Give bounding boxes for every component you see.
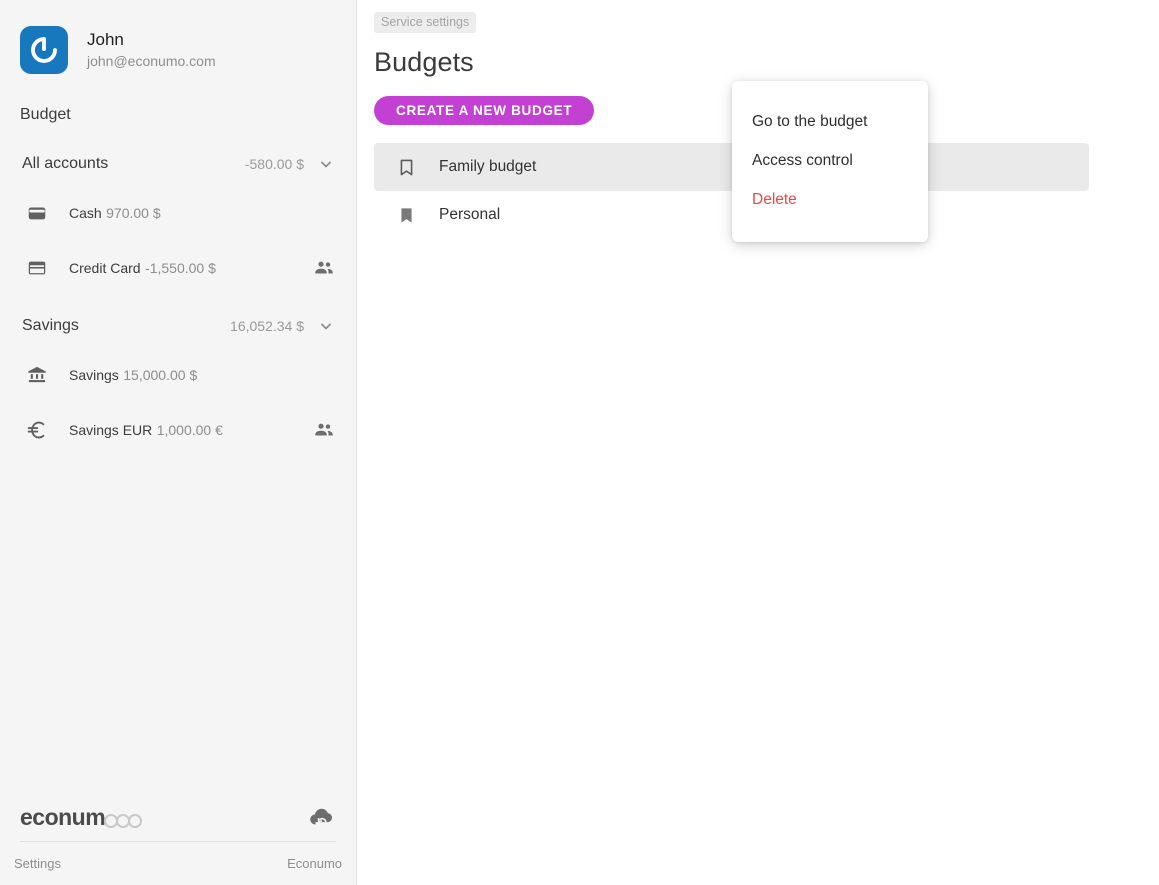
account-group-name: All accounts xyxy=(22,155,109,172)
sidebar: John john@econumo.com Budget All account… xyxy=(0,0,357,885)
account-balance: 15,000.00 $ xyxy=(123,366,198,383)
profile-name: John xyxy=(87,30,124,49)
footer-link-econumo[interactable]: Econumo xyxy=(287,856,342,871)
create-a-new-budget-button[interactable]: CREATE A NEW BUDGET xyxy=(374,96,595,125)
account-item-savings[interactable]: Savings 15,000.00 $ xyxy=(0,351,356,399)
context-menu-item-delete[interactable]: Delete xyxy=(732,185,928,215)
account-text: Credit Card -1,550.00 $ xyxy=(69,259,312,278)
bookmark-outline-icon xyxy=(396,157,422,178)
profile-block[interactable]: John john@econumo.com xyxy=(0,0,356,74)
account-balance: 970.00 $ xyxy=(106,204,161,221)
account-item-savings-eur[interactable]: Savings EUR 1,000.00 € xyxy=(0,406,356,454)
context-menu-item-go-to-the-budget[interactable]: Go to the budget xyxy=(732,107,928,137)
account-group-amount: -580.00 $ xyxy=(244,156,304,172)
credit-card-icon xyxy=(24,257,50,279)
sidebar-footer: Settings Econumo xyxy=(0,842,356,885)
people-icon[interactable] xyxy=(312,256,336,280)
euro-icon xyxy=(24,418,50,442)
cloud-sync-icon[interactable] xyxy=(308,803,336,831)
app-root: John john@econumo.com Budget All account… xyxy=(0,0,1159,885)
profile-text: John john@econumo.com xyxy=(87,29,216,71)
footer-link-settings[interactable]: Settings xyxy=(14,856,61,871)
people-icon[interactable] xyxy=(312,418,336,442)
brand-block: econum xyxy=(0,797,356,842)
econumo-wordmark: econum xyxy=(20,803,143,830)
page-title: Budgets xyxy=(374,47,474,77)
account-name: Credit Card xyxy=(69,259,141,276)
bookmark-filled-icon xyxy=(396,205,422,226)
account-text: Savings 15,000.00 $ xyxy=(69,366,336,385)
account-item-credit-card[interactable]: Credit Card -1,550.00 $ xyxy=(0,244,356,292)
account-balance: -1,550.00 $ xyxy=(145,259,216,276)
brand-dots xyxy=(104,813,143,828)
budget-context-menu: Go to the budget Access control Delete xyxy=(732,81,928,242)
profile-email: john@econumo.com xyxy=(87,53,216,69)
account-name: Savings xyxy=(69,366,119,383)
budget-name: Personal xyxy=(439,206,501,223)
wallet-icon xyxy=(24,202,50,224)
account-group-name: Savings xyxy=(22,317,79,334)
sidebar-section-budget: Budget xyxy=(20,106,71,123)
account-name: Cash xyxy=(69,204,102,221)
brand-word: econum xyxy=(20,803,106,830)
account-group-savings[interactable]: Savings 16,052.34 $ xyxy=(0,308,356,344)
brand-row: econum xyxy=(20,797,336,837)
account-name: Savings EUR xyxy=(69,421,153,438)
bank-icon xyxy=(24,364,50,386)
main-content: Service settings Budgets CREATE A NEW BU… xyxy=(357,0,1159,885)
account-group-all-accounts[interactable]: All accounts -580.00 $ xyxy=(0,146,356,182)
chevron-down-icon[interactable] xyxy=(316,316,336,336)
account-item-cash[interactable]: Cash 970.00 $ xyxy=(0,189,356,237)
budget-name: Family budget xyxy=(439,158,537,175)
account-text: Savings EUR 1,000.00 € xyxy=(69,421,312,440)
avatar[interactable] xyxy=(20,26,68,74)
account-group-amount: 16,052.34 $ xyxy=(230,318,304,334)
econumo-power-logo-icon xyxy=(31,37,57,63)
chevron-down-icon[interactable] xyxy=(316,154,336,174)
brand-dot-3 xyxy=(128,813,143,828)
context-menu-item-access-control[interactable]: Access control xyxy=(732,146,928,176)
breadcrumb[interactable]: Service settings xyxy=(374,12,477,33)
account-text: Cash 970.00 $ xyxy=(69,204,336,223)
account-balance: 1,000.00 € xyxy=(156,421,223,438)
